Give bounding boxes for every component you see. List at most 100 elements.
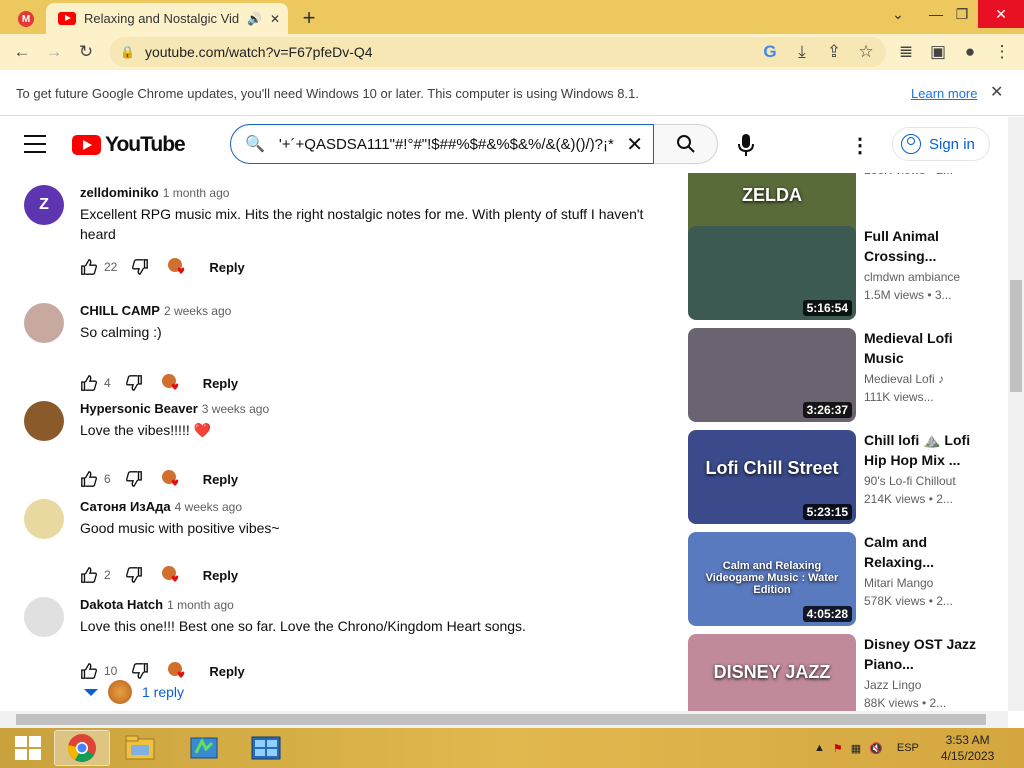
tab-close-icon[interactable]: ✕	[270, 12, 280, 26]
video-meta: 214K views • 2...	[864, 492, 953, 506]
chrome-menu-icon[interactable]: ⋮	[988, 38, 1016, 66]
commenter-avatar[interactable]	[24, 499, 64, 539]
reply-button[interactable]: Reply	[203, 568, 238, 583]
video-thumbnail[interactable]: 5:16:54	[688, 226, 856, 320]
comment-author[interactable]: CHILL CAMP 2 weeks ago	[80, 303, 231, 318]
share-icon[interactable]: ⇪	[820, 38, 848, 66]
related-video-item[interactable]: 5:16:54 Full Animal Crossing... clmdwn amb…	[688, 226, 998, 320]
profile-icon[interactable]: ●	[956, 38, 984, 66]
hamburger-menu-icon[interactable]	[22, 133, 48, 155]
video-thumbnail[interactable]: Calm and Relaxing Videogame Music : Wate…	[688, 532, 856, 626]
clock[interactable]: 3:53 AM 4/15/2023	[941, 732, 994, 764]
channel-name[interactable]: Medieval Lofi ♪	[864, 372, 944, 386]
channel-name[interactable]: 90's Lo-fi Chillout	[864, 474, 956, 488]
microphone-icon[interactable]	[730, 129, 762, 161]
network-icon[interactable]: ▦	[851, 742, 861, 755]
video-meta: 578K views • 2...	[864, 594, 953, 608]
app-taskbar-icon[interactable]	[176, 730, 232, 766]
search-icon: 🔍	[245, 136, 265, 153]
like-icon[interactable]	[80, 258, 98, 276]
install-icon[interactable]: ⤓	[788, 38, 816, 66]
video-title[interactable]: Calm and Relaxing...	[864, 532, 984, 572]
settings-kebab-icon[interactable]: ⋮	[850, 131, 870, 159]
back-arrow-icon[interactable]: ←	[8, 38, 36, 66]
like-icon[interactable]	[80, 566, 98, 584]
window-close-button[interactable]: ✕	[978, 0, 1024, 28]
forward-arrow-icon[interactable]: →	[40, 38, 68, 66]
side-panel-icon[interactable]: ▣	[924, 38, 952, 66]
commenter-avatar[interactable]: Z	[24, 185, 64, 225]
gmail-pinned-tab[interactable]: M	[6, 6, 46, 32]
video-thumbnail[interactable]: Lofi Chill Street 5:23:15	[688, 430, 856, 524]
input-language[interactable]: ESP	[897, 742, 919, 754]
commenter-avatar[interactable]	[24, 303, 64, 343]
reply-button[interactable]: Reply	[203, 472, 238, 487]
search-query[interactable]: '+´+QASDSA111"#!°#"!$##%$#&%$&%/&(&)()/)…	[279, 136, 616, 153]
control-panel-icon[interactable]	[238, 730, 294, 766]
comment-time[interactable]: 2 weeks ago	[164, 304, 231, 318]
clear-search-icon[interactable]: ✕	[616, 132, 653, 157]
commenter-avatar[interactable]	[24, 401, 64, 441]
related-video-item[interactable]: DISNEY JAZZ Disney OST Jazz Piano... Jazz …	[688, 634, 998, 711]
comment-author[interactable]: Сатоня ИзАда 4 weeks ago	[80, 499, 242, 514]
vertical-scrollbar[interactable]	[1008, 117, 1024, 711]
action-center-flag-icon[interactable]: ⚑	[833, 742, 843, 755]
comment-author[interactable]: zelldominiko 1 month ago	[80, 185, 229, 200]
video-title[interactable]: Full Animal Crossing...	[864, 226, 984, 266]
video-duration: 5:16:54	[802, 300, 852, 316]
search-input[interactable]: 🔍 '+´+QASDSA111"#!°#"!$##%$#&%$&%/&(&)()…	[230, 124, 654, 164]
video-thumbnail[interactable]: 3:26:37	[688, 328, 856, 422]
tray-chevron-up-icon[interactable]: ▲	[814, 742, 825, 754]
active-tab[interactable]: Relaxing and Nostalgic Vide 🔊 ✕	[46, 3, 288, 34]
media-control-icon[interactable]: ≣	[892, 38, 920, 66]
related-video-item[interactable]: Lofi Chill Street 5:23:15 Chill lofi ⛰️ Lo…	[688, 430, 998, 524]
comment-time[interactable]: 3 weeks ago	[202, 402, 269, 416]
comment-item: Dakota Hatch 1 month ago Love this one!!!…	[0, 585, 680, 683]
youtube-logo[interactable]: YouTube	[72, 133, 186, 157]
related-video-item[interactable]: 3:26:37 Medieval Lofi Music Medieval Lofi …	[688, 328, 998, 422]
restore-button[interactable]: ❐	[942, 0, 982, 28]
like-icon[interactable]	[80, 662, 98, 680]
windows-logo-icon	[15, 736, 41, 760]
video-title[interactable]: Chill lofi ⛰️ Lofi Hip Hop Mix ...	[864, 430, 984, 470]
dislike-icon[interactable]	[131, 258, 149, 276]
comment-author[interactable]: Dakota Hatch 1 month ago	[80, 597, 234, 612]
reply-button[interactable]: Reply	[209, 260, 244, 275]
vertical-scroll-thumb[interactable]	[1010, 280, 1022, 392]
file-explorer-icon[interactable]	[112, 730, 168, 766]
new-tab-button[interactable]: +	[296, 5, 322, 30]
video-thumbnail[interactable]: DISNEY JAZZ	[688, 634, 856, 711]
channel-name[interactable]: Jazz Lingo	[864, 678, 921, 692]
video-duration: 3:26:37	[802, 402, 852, 418]
related-video-item[interactable]: Calm and Relaxing Videogame Music : Wate…	[688, 532, 998, 626]
video-title[interactable]: Medieval Lofi Music	[864, 328, 984, 368]
dislike-icon[interactable]	[125, 566, 143, 584]
sign-in-button[interactable]: Sign in	[892, 127, 990, 161]
reload-icon[interactable]: ↻	[72, 38, 100, 66]
comment-time[interactable]: 4 weeks ago	[175, 500, 242, 514]
like-icon[interactable]	[80, 470, 98, 488]
comment-author[interactable]: Hypersonic Beaver 3 weeks ago	[80, 401, 269, 416]
horizontal-scroll-thumb[interactable]	[16, 714, 986, 725]
bookmark-star-icon[interactable]: ☆	[852, 38, 880, 66]
google-lens-icon[interactable]: G	[756, 38, 784, 66]
chrome-taskbar-icon[interactable]	[54, 730, 110, 766]
channel-name[interactable]: clmdwn ambiance	[864, 270, 960, 284]
volume-muted-icon[interactable]: 🔇	[869, 742, 883, 755]
infobar-close-icon[interactable]: ✕	[990, 82, 1003, 102]
speaker-icon[interactable]: 🔊	[247, 12, 262, 26]
comment-time[interactable]: 1 month ago	[167, 598, 234, 612]
search-button[interactable]	[654, 124, 718, 164]
dislike-icon[interactable]	[131, 662, 149, 680]
view-replies-button[interactable]: 1 reply	[84, 680, 184, 704]
video-title[interactable]: Disney OST Jazz Piano...	[864, 634, 984, 674]
channel-name[interactable]: Mitari Mango	[864, 576, 933, 590]
dislike-icon[interactable]	[125, 470, 143, 488]
start-button[interactable]	[0, 730, 56, 766]
reply-button[interactable]: Reply	[209, 664, 244, 679]
learn-more-link[interactable]: Learn more	[911, 86, 977, 101]
tab-search-chevron-icon[interactable]: ⌄	[878, 0, 918, 28]
comment-time[interactable]: 1 month ago	[163, 186, 230, 200]
video-meta: 166K views • 2...	[864, 173, 953, 177]
commenter-avatar[interactable]	[24, 597, 64, 637]
